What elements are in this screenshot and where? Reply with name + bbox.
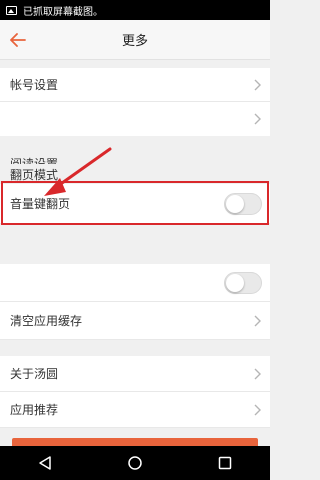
account-settings-label: 帐号设置 — [10, 78, 59, 92]
back-nav-icon[interactable] — [37, 455, 53, 471]
highlight-box — [1, 181, 269, 225]
clear-cache-label: 清空应用缓存 — [10, 314, 83, 328]
chevron-right-icon — [254, 113, 261, 125]
chevron-right-icon — [254, 315, 261, 327]
bottom-action-button[interactable] — [12, 438, 258, 446]
unlabeled-toggle-row[interactable] — [0, 264, 270, 302]
unlabeled-toggle[interactable] — [224, 272, 262, 294]
chevron-right-icon — [254, 404, 261, 416]
recommend-row[interactable]: 应用推荐 — [0, 392, 270, 428]
screenshot-icon — [6, 5, 17, 15]
account-group: 帐号设置 — [0, 68, 270, 136]
recommend-label: 应用推荐 — [10, 403, 59, 417]
system-nav-bar — [0, 446, 270, 480]
recents-nav-icon[interactable] — [217, 455, 233, 471]
home-nav-icon[interactable] — [127, 455, 143, 471]
app-header: 更多 — [0, 20, 270, 60]
back-arrow-icon — [10, 33, 26, 47]
chevron-right-icon — [254, 368, 261, 380]
account-settings-row[interactable]: 帐号设置 — [0, 68, 270, 102]
status-notification: 已抓取屏幕截图。 — [23, 6, 103, 18]
about-row[interactable]: 关于汤圆 — [0, 356, 270, 392]
status-bar: 已抓取屏幕截图。 — [0, 0, 270, 20]
page-mode-label: 翻页模式 — [10, 167, 59, 182]
chevron-right-icon — [254, 79, 261, 91]
about-label: 关于汤圆 — [10, 367, 59, 381]
page-title: 更多 — [121, 34, 148, 49]
clear-cache-row[interactable]: 清空应用缓存 — [0, 302, 270, 340]
toggle-knob — [226, 274, 244, 292]
blank-settings-row[interactable] — [0, 102, 270, 136]
back-button[interactable] — [6, 28, 30, 52]
